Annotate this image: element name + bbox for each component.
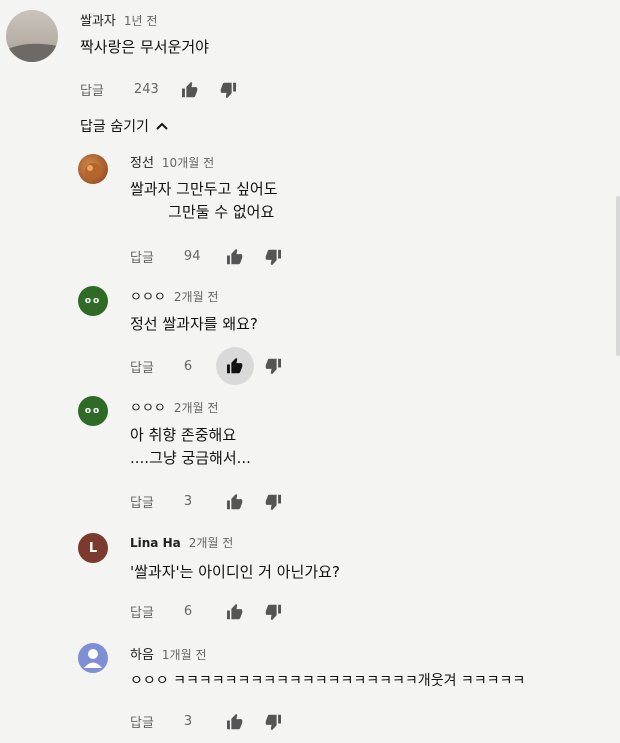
- comment-header: 하음 1개월 전: [130, 644, 207, 663]
- comment-line: 그만둘 수 없어요: [130, 203, 275, 221]
- avatar[interactable]: oo: [78, 396, 108, 426]
- thumbs-up-icon[interactable]: [226, 713, 244, 730]
- thumbs-down-icon[interactable]: [264, 494, 282, 510]
- like-count: 3: [183, 714, 193, 729]
- like-count: 6: [183, 604, 193, 619]
- comment-line: ....그냥 궁금해서...: [130, 449, 251, 467]
- comment-header: Lina Ha 2개월 전: [130, 534, 233, 551]
- avatar[interactable]: oo: [78, 286, 108, 316]
- eyes-avatar-icon: oo: [84, 406, 102, 416]
- author-name[interactable]: ㅇㅇㅇ: [130, 290, 166, 305]
- comment-line: 쌀과자 그만두고 싶어도: [130, 180, 278, 198]
- thumbs-up-icon[interactable]: [181, 81, 199, 98]
- timestamp[interactable]: 2개월 전: [174, 290, 219, 304]
- comment-line: ㅇㅇㅇ ㅋㅋㅋㅋㅋㅋㅋㅋㅋㅋㅋㅋㅋㅋㅋㅋㅋㅋㅋ개웃겨 ㅋㅋㅋㅋㅋ: [130, 673, 526, 689]
- thumbs-up-icon[interactable]: [215, 347, 254, 385]
- eyes-avatar-icon: oo: [84, 296, 102, 306]
- reply-button[interactable]: 답글: [130, 357, 154, 376]
- timestamp[interactable]: 2개월 전: [189, 536, 234, 550]
- comment-actions: 답글 3: [130, 492, 282, 511]
- comment-actions: 답글 3: [130, 712, 282, 731]
- author-name[interactable]: 쌀과자: [80, 14, 116, 29]
- comment-text: '쌀과자'는 아이디인 거 아닌가요?: [130, 561, 340, 584]
- comment-line: 정선 쌀과자를 왜요?: [130, 315, 258, 333]
- default-user-icon: [84, 649, 102, 668]
- comment-text: ㅇㅇㅇ ㅋㅋㅋㅋㅋㅋㅋㅋㅋㅋㅋㅋㅋㅋㅋㅋㅋㅋㅋ개웃겨 ㅋㅋㅋㅋㅋ: [130, 670, 525, 693]
- thumbs-up-icon[interactable]: [226, 493, 244, 510]
- comment-actions: 답글 6: [130, 602, 282, 621]
- reply-button[interactable]: 답글: [80, 80, 104, 99]
- comment-text: 정선 쌀과자를 왜요?: [130, 313, 258, 336]
- thumbs-down-icon[interactable]: [264, 714, 282, 730]
- comment-actions: 답글 243: [80, 80, 237, 99]
- hide-replies-label: 답글 숨기기: [80, 119, 149, 135]
- thumbs-up-icon[interactable]: [226, 603, 244, 620]
- avatar[interactable]: [78, 643, 108, 673]
- comment-text: 아 취향 존중해요 ....그냥 궁금해서...: [130, 424, 251, 470]
- like-count: 243: [133, 82, 159, 97]
- thumbs-down-icon[interactable]: [219, 82, 237, 98]
- profile-photo-icon: [6, 43, 58, 62]
- comment-text: 짝사랑은 무서운거야: [80, 36, 209, 59]
- food-photo-icon: [85, 163, 101, 179]
- thumbs-down-icon[interactable]: [264, 249, 282, 265]
- comment-actions: 답글 94: [130, 247, 282, 266]
- comment-actions: 답글 6: [130, 347, 282, 385]
- thumbs-down-icon[interactable]: [264, 358, 282, 374]
- reply-button[interactable]: 답글: [130, 247, 154, 266]
- avatar[interactable]: [78, 154, 108, 184]
- author-name[interactable]: Lina Ha: [130, 536, 181, 550]
- comment-header: 쌀과자 1년 전: [80, 10, 157, 29]
- reply-button[interactable]: 답글: [130, 602, 154, 621]
- comment-header: ㅇㅇㅇ 2개월 전: [130, 286, 218, 305]
- author-name[interactable]: 정선: [130, 156, 154, 171]
- timestamp[interactable]: 10개월 전: [162, 156, 214, 170]
- comment-text: 쌀과자 그만두고 싶어도 그만둘 수 없어요: [130, 178, 278, 224]
- comment-header: 정선 10개월 전: [130, 152, 214, 171]
- timestamp[interactable]: 2개월 전: [174, 401, 219, 415]
- scrollbar[interactable]: [616, 196, 620, 356]
- avatar[interactable]: [6, 10, 58, 62]
- like-count: 3: [183, 494, 193, 509]
- comment-line: 짝사랑은 무서운거야: [80, 38, 209, 56]
- letter-avatar-icon: L: [88, 540, 98, 556]
- thumbs-down-icon[interactable]: [264, 604, 282, 620]
- hide-replies-button[interactable]: 답글 숨기기: [80, 116, 169, 136]
- like-count: 94: [183, 249, 201, 264]
- chevron-up-icon: [156, 122, 169, 130]
- author-name[interactable]: ㅇㅇㅇ: [130, 401, 166, 416]
- comment-header: ㅇㅇㅇ 2개월 전: [130, 397, 218, 416]
- comment-line: 아 취향 존중해요: [130, 426, 237, 444]
- author-name[interactable]: 하음: [130, 648, 154, 663]
- avatar[interactable]: L: [78, 533, 108, 563]
- comment-line: '쌀과자'는 아이디인 거 아닌가요?: [130, 563, 340, 581]
- timestamp[interactable]: 1년 전: [124, 14, 158, 28]
- thumbs-up-icon[interactable]: [226, 248, 244, 265]
- like-count: 6: [183, 358, 193, 374]
- timestamp[interactable]: 1개월 전: [162, 648, 207, 662]
- reply-button[interactable]: 답글: [130, 712, 154, 731]
- reply-button[interactable]: 답글: [130, 492, 154, 511]
